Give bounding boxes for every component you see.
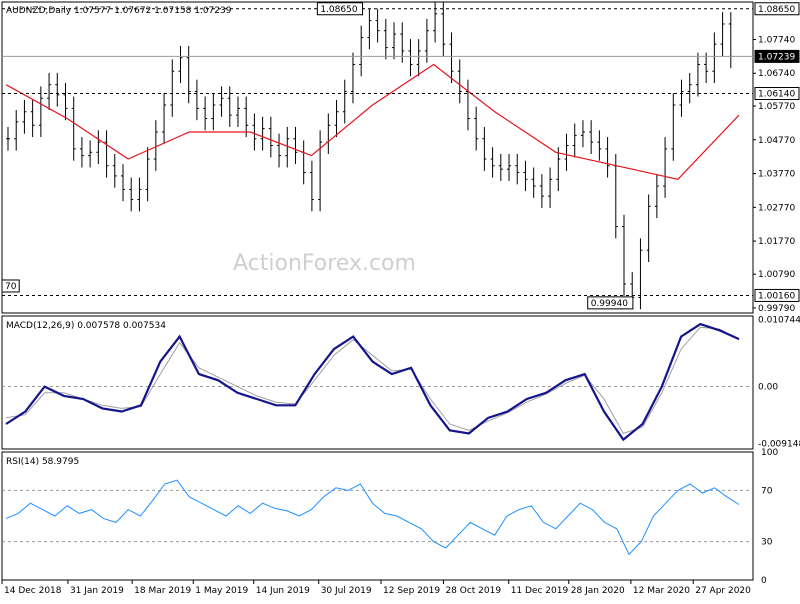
price-axis-label: 1.04770: [758, 136, 795, 146]
x-axis-label: 31 Jan 2019: [70, 586, 124, 596]
level-label-3: 1.00160: [758, 291, 795, 301]
rsi-axis-label: 100: [761, 448, 778, 458]
price-axis-label: 1.07740: [758, 35, 795, 45]
chart-root: ActionForex.com 1.08650 1.07239 1.06140 1.00…: [0, 0, 800, 600]
watermark-text: ActionForex.com: [233, 251, 416, 276]
macd-axis-label: 0.010744: [758, 315, 800, 325]
price-axis-label: 1.03770: [758, 170, 795, 180]
price-callout-0: 1.08650: [320, 5, 357, 15]
x-axis-label: 1 May 2019: [195, 586, 248, 596]
panel-frame-2: [1, 451, 754, 581]
price-axis-label: 1.00790: [758, 270, 795, 280]
panel-frame-1: [1, 315, 754, 450]
price-axis-label: 1.05770: [758, 102, 795, 112]
x-axis-label: 11 Dec 2019: [511, 586, 569, 596]
chart-title: AUDNZD,Daily 1.07577 1.07672 1.07158 1.0…: [6, 6, 232, 16]
rsi-label: RSI(14) 58.9795: [6, 457, 79, 467]
level-label-2: 1.06140: [758, 90, 795, 100]
x-axis-label: 30 Jul 2019: [321, 586, 372, 596]
x-axis-label: 14 Jun 2019: [256, 586, 310, 596]
price-axis-label: 1.01770: [758, 237, 795, 247]
chart-svg: ActionForex.com 1.08650 1.07239 1.06140 1.00…: [1, 1, 800, 596]
x-axis-label: 28 Oct 2019: [445, 586, 501, 596]
macd-label: MACD(12,26,9) 0.007578 0.007534: [6, 321, 166, 331]
x-axis-label: 27 Apr 2020: [695, 586, 751, 596]
level-label-1: 1.07239: [758, 52, 795, 62]
x-axis-label: 12 Sep 2019: [383, 586, 440, 596]
rsi-axis-label: 0: [761, 576, 767, 586]
price-axis-label: 1.02770: [758, 203, 795, 213]
x-axis-label: 14 Dec 2018: [4, 586, 62, 596]
price-axis-label: 1.06740: [758, 69, 795, 79]
x-axis-label: 18 Mar 2019: [134, 586, 191, 596]
rsi-axis-label: 30: [761, 538, 773, 548]
x-axis-label: 28 Jan 2020: [571, 586, 625, 596]
price-callout-1: 0.99940: [591, 299, 628, 309]
x-axis-label: 12 Mar 2020: [633, 586, 690, 596]
rsi-axis-label: 70: [761, 486, 773, 496]
price-axis-label: 0.99790: [758, 304, 795, 314]
price-callout-2: 70: [5, 282, 17, 292]
level-label-0: 1.08650: [758, 5, 795, 15]
macd-axis-label: 0.00: [758, 383, 778, 393]
